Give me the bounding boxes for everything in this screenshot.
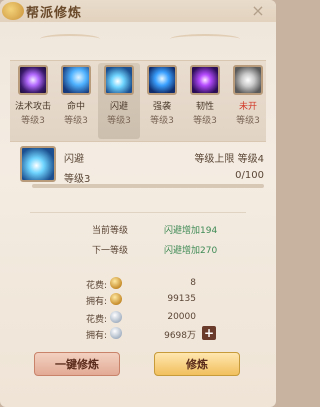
blue-dash-icon bbox=[20, 146, 56, 182]
next-level-label: 下一等级 bbox=[92, 246, 129, 256]
close-icon[interactable]: × bbox=[248, 1, 268, 21]
title-bar: 帮派修炼 × bbox=[0, 0, 276, 22]
level-stats: 当前等级 闪避增加194 下一等级 闪避增加270 bbox=[20, 220, 256, 268]
gold-owned-row: 拥有: 99135 bbox=[0, 292, 276, 308]
gold-cost-row: 花费: 8 bbox=[0, 276, 276, 292]
silver-cost-row: 花费: 20000 bbox=[0, 310, 276, 326]
skill-item-toughness[interactable]: 韧性 等级3 bbox=[184, 63, 226, 139]
purple-magic-icon bbox=[18, 65, 48, 95]
add-currency-button[interactable]: + bbox=[202, 326, 216, 340]
silver-coin-icon bbox=[110, 311, 122, 323]
skill-item-hit[interactable]: 命中 等级3 bbox=[55, 63, 97, 139]
skill-item-magic-attack[interactable]: 法术攻击 等级3 bbox=[12, 63, 54, 139]
blue-wave-icon bbox=[61, 65, 91, 95]
level-cap-label: 等级上限 bbox=[194, 154, 235, 165]
skill-item-locked[interactable]: 未开 等级3 bbox=[227, 63, 266, 139]
owned-label: 拥有: bbox=[86, 297, 108, 307]
blue-dash-icon bbox=[104, 65, 134, 95]
owned-value: 9698万 bbox=[164, 331, 196, 341]
experience-progress-bar bbox=[32, 184, 264, 188]
gold-coin-icon bbox=[110, 293, 122, 305]
progress-text: 0/100 bbox=[235, 170, 264, 181]
detail-skill-level: 等级3 bbox=[64, 174, 91, 185]
skill-detail: 闪避 等级3 等级上限 等级4 0/100 bbox=[18, 144, 264, 188]
skill-item-dodge[interactable]: 闪避 等级3 bbox=[98, 63, 140, 139]
owned-value: 99135 bbox=[167, 294, 196, 304]
cost-label: 花费: bbox=[86, 315, 108, 325]
skill-level: 等级3 bbox=[236, 116, 260, 126]
skill-name: 未开 bbox=[238, 102, 257, 112]
grey-locked-icon bbox=[233, 65, 263, 95]
cost-value: 8 bbox=[190, 278, 196, 288]
guild-emblem-icon bbox=[2, 2, 24, 20]
level-cap: 等级上限 等级4 bbox=[194, 150, 264, 165]
current-level-value: 闪避增加194 bbox=[164, 226, 218, 236]
detail-skill-name: 闪避 bbox=[64, 154, 84, 165]
guild-training-panel: 帮派修炼 × 法术攻击 等级3 命中 等级3 闪避 等级3 强袭 等级3 韧性 … bbox=[0, 0, 276, 407]
blue-lightning-icon bbox=[147, 65, 177, 95]
train-button[interactable]: 修炼 bbox=[154, 352, 240, 376]
next-level-row: 下一等级 闪避增加270 bbox=[20, 240, 256, 258]
owned-label: 拥有: bbox=[86, 331, 108, 341]
current-level-row: 当前等级 闪避增加194 bbox=[20, 220, 256, 238]
level-cap-value: 等级4 bbox=[237, 154, 264, 165]
cloud-decoration bbox=[40, 34, 100, 44]
divider bbox=[30, 212, 246, 213]
silver-owned-row: 拥有: 9698万 bbox=[0, 326, 276, 342]
skill-item-assault[interactable]: 强袭 等级3 bbox=[141, 63, 183, 139]
one-click-train-button[interactable]: 一键修炼 bbox=[34, 352, 120, 376]
gold-coin-icon bbox=[110, 277, 122, 289]
purple-storm-icon bbox=[190, 65, 220, 95]
cost-label: 花费: bbox=[86, 281, 108, 291]
window-title: 帮派修炼 bbox=[26, 6, 83, 21]
next-level-value: 闪避增加270 bbox=[164, 246, 218, 256]
skill-list: 法术攻击 等级3 命中 等级3 闪避 等级3 强袭 等级3 韧性 等级3 未开 … bbox=[10, 60, 266, 142]
cloud-decoration bbox=[170, 34, 240, 44]
current-level-label: 当前等级 bbox=[92, 226, 129, 236]
silver-coin-icon bbox=[110, 327, 122, 339]
cost-value: 20000 bbox=[167, 312, 196, 322]
